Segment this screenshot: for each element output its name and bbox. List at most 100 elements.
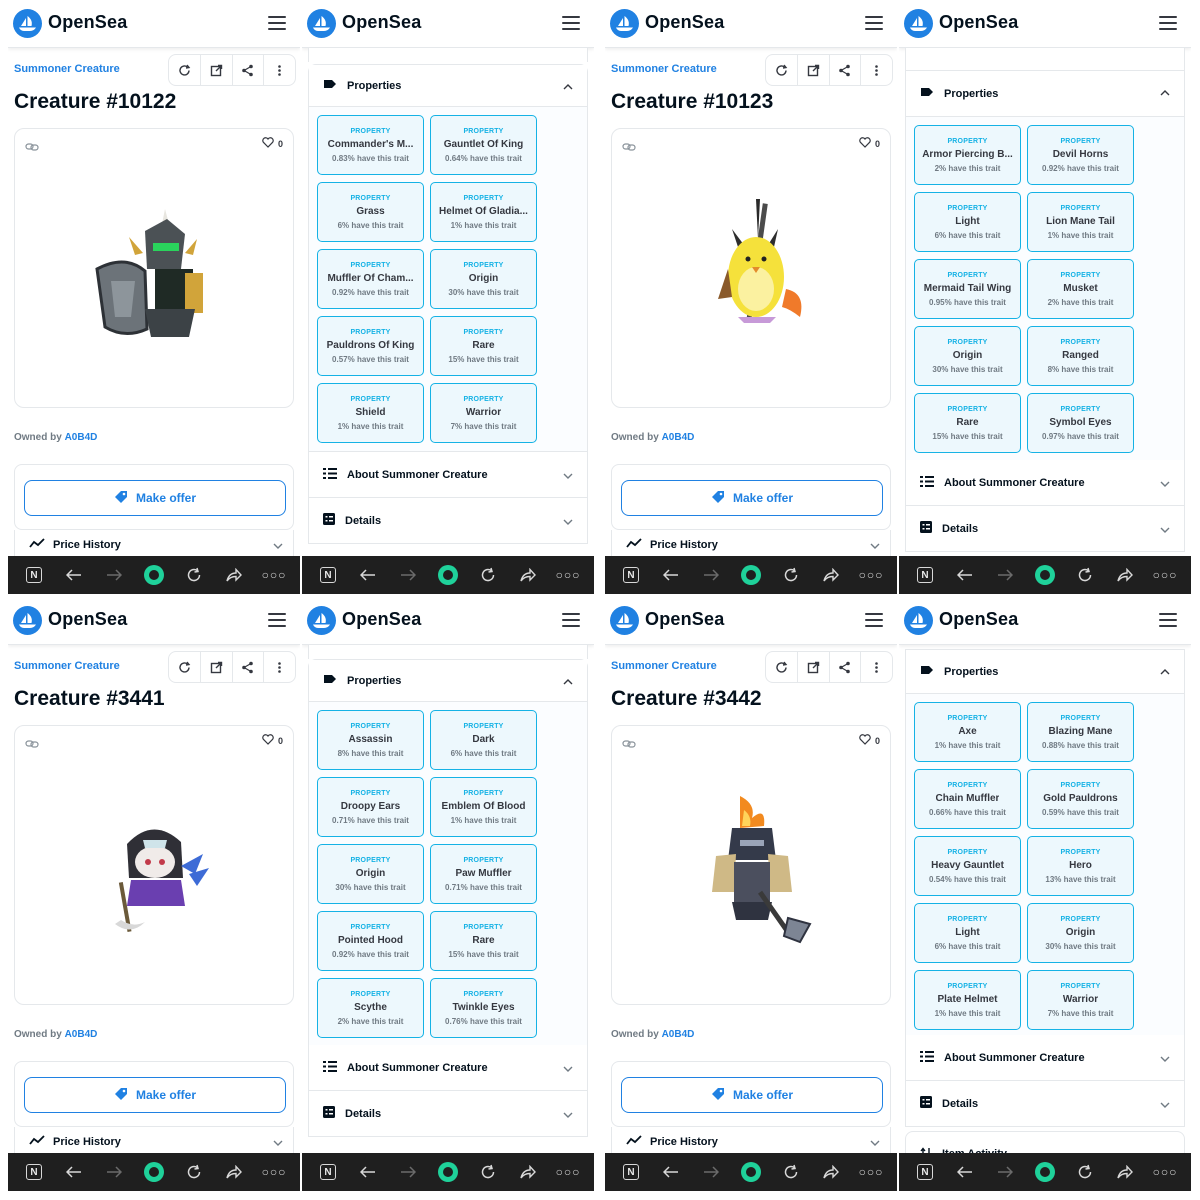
opensea-logo-icon[interactable]	[904, 9, 933, 38]
trait-card[interactable]: PROPERTY Rare 15% have this trait	[430, 316, 537, 376]
details-accordion[interactable]: Details	[905, 506, 1185, 552]
external-link-icon[interactable]	[201, 652, 233, 682]
trait-card[interactable]: PROPERTY Armor Piercing B... 2% have this …	[914, 125, 1021, 185]
hamburger-menu-icon[interactable]	[1159, 16, 1177, 30]
refresh-icon[interactable]	[779, 1160, 803, 1184]
more-icon[interactable]: ○○○	[859, 563, 883, 587]
owner-link[interactable]: A0B4D	[662, 432, 695, 443]
share-icon[interactable]	[1113, 1160, 1137, 1184]
trait-card[interactable]: PROPERTY Origin 30% have this trait	[914, 326, 1021, 386]
share-icon[interactable]	[233, 55, 265, 85]
details-accordion[interactable]: Details	[308, 1091, 588, 1137]
trait-card[interactable]: PROPERTY Rare 15% have this trait	[430, 911, 537, 971]
brand-name[interactable]: OpenSea	[645, 609, 724, 630]
trait-card[interactable]: PROPERTY Dark 6% have this trait	[430, 710, 537, 770]
back-arrow-icon[interactable]	[953, 1160, 977, 1184]
forward-arrow-icon[interactable]	[699, 1160, 723, 1184]
opensea-logo-icon[interactable]	[13, 9, 42, 38]
notion-icon[interactable]: N	[316, 563, 340, 587]
notion-icon[interactable]: N	[913, 1160, 937, 1184]
opensea-logo-icon[interactable]	[13, 606, 42, 635]
more-vertical-icon[interactable]	[264, 55, 295, 85]
hamburger-menu-icon[interactable]	[268, 613, 286, 627]
refresh-icon[interactable]	[476, 563, 500, 587]
notion-icon[interactable]: N	[316, 1160, 340, 1184]
brand-name[interactable]: OpenSea	[939, 609, 1018, 630]
forward-arrow-icon[interactable]	[993, 1160, 1017, 1184]
trait-card[interactable]: PROPERTY Helmet Of Gladia... 1% have this …	[430, 182, 537, 242]
more-vertical-icon[interactable]	[264, 652, 295, 682]
trait-card[interactable]: PROPERTY Scythe 2% have this trait	[317, 978, 424, 1038]
hamburger-menu-icon[interactable]	[562, 613, 580, 627]
refresh-icon[interactable]	[779, 563, 803, 587]
trait-card[interactable]: PROPERTY Shield 1% have this trait	[317, 383, 424, 443]
back-arrow-icon[interactable]	[356, 1160, 380, 1184]
more-icon[interactable]: ○○○	[556, 1160, 580, 1184]
record-icon[interactable]	[739, 1160, 763, 1184]
brand-name[interactable]: OpenSea	[342, 12, 421, 33]
record-icon[interactable]	[1033, 563, 1057, 587]
collection-link[interactable]: Summoner Creature	[611, 63, 717, 75]
more-icon[interactable]: ○○○	[556, 563, 580, 587]
trait-card[interactable]: PROPERTY Hero 13% have this trait	[1027, 836, 1134, 896]
favorite-button[interactable]: 0	[859, 734, 880, 747]
share-icon[interactable]	[1113, 563, 1137, 587]
forward-arrow-icon[interactable]	[396, 1160, 420, 1184]
share-icon[interactable]	[830, 55, 862, 85]
heart-icon[interactable]	[262, 734, 274, 747]
hamburger-menu-icon[interactable]	[268, 16, 286, 30]
trait-card[interactable]: PROPERTY Emblem Of Blood 1% have this trai…	[430, 777, 537, 837]
trait-card[interactable]: PROPERTY Warrior 7% have this trait	[430, 383, 537, 443]
make-offer-button[interactable]: Make offer	[24, 1077, 286, 1113]
refresh-icon[interactable]	[1073, 563, 1097, 587]
notion-icon[interactable]: N	[619, 563, 643, 587]
opensea-logo-icon[interactable]	[307, 9, 336, 38]
notion-icon[interactable]: N	[22, 1160, 46, 1184]
owner-link[interactable]: A0B4D	[65, 432, 98, 443]
trait-card[interactable]: PROPERTY Chain Muffler 0.66% have this tra…	[914, 769, 1021, 829]
share-icon[interactable]	[819, 1160, 843, 1184]
refresh-icon[interactable]	[182, 563, 206, 587]
opensea-logo-icon[interactable]	[904, 606, 933, 635]
properties-header[interactable]: Properties	[906, 650, 1184, 694]
heart-icon[interactable]	[262, 137, 274, 150]
back-arrow-icon[interactable]	[659, 563, 683, 587]
opensea-logo-icon[interactable]	[307, 606, 336, 635]
notion-icon[interactable]: N	[22, 563, 46, 587]
forward-arrow-icon[interactable]	[396, 563, 420, 587]
trait-card[interactable]: PROPERTY Origin 30% have this trait	[430, 249, 537, 309]
trait-card[interactable]: PROPERTY Devil Horns 0.92% have this trait	[1027, 125, 1134, 185]
refresh-icon[interactable]	[169, 55, 201, 85]
trait-card[interactable]: PROPERTY Ranged 8% have this trait	[1027, 326, 1134, 386]
refresh-icon[interactable]	[766, 652, 798, 682]
trait-card[interactable]: PROPERTY Commander's M... 0.83% have this …	[317, 115, 424, 175]
trait-card[interactable]: PROPERTY Gold Pauldrons 0.59% have this tr…	[1027, 769, 1134, 829]
trait-card[interactable]: PROPERTY Light 6% have this trait	[914, 903, 1021, 963]
notion-icon[interactable]: N	[619, 1160, 643, 1184]
back-arrow-icon[interactable]	[62, 563, 86, 587]
share-icon[interactable]	[516, 1160, 540, 1184]
refresh-icon[interactable]	[182, 1160, 206, 1184]
external-link-icon[interactable]	[798, 652, 830, 682]
trait-card[interactable]: PROPERTY Mermaid Tail Wing 0.95% have this…	[914, 259, 1021, 319]
refresh-icon[interactable]	[476, 1160, 500, 1184]
more-vertical-icon[interactable]	[861, 652, 892, 682]
properties-header[interactable]: Properties	[906, 71, 1184, 117]
properties-header[interactable]: Properties	[309, 65, 587, 107]
trait-card[interactable]: PROPERTY Plate Helmet 1% have this trait	[914, 970, 1021, 1030]
opensea-logo-icon[interactable]	[610, 606, 639, 635]
back-arrow-icon[interactable]	[356, 563, 380, 587]
favorite-button[interactable]: 0	[262, 137, 283, 150]
collection-link[interactable]: Summoner Creature	[14, 63, 120, 75]
owner-link[interactable]: A0B4D	[662, 1029, 695, 1040]
brand-name[interactable]: OpenSea	[48, 609, 127, 630]
more-icon[interactable]: ○○○	[859, 1160, 883, 1184]
external-link-icon[interactable]	[201, 55, 233, 85]
trait-card[interactable]: PROPERTY Assassin 8% have this trait	[317, 710, 424, 770]
trait-card[interactable]: PROPERTY Twinkle Eyes 0.76% have this trai…	[430, 978, 537, 1038]
opensea-logo-icon[interactable]	[610, 9, 639, 38]
share-icon[interactable]	[233, 652, 265, 682]
heart-icon[interactable]	[859, 734, 871, 747]
brand-name[interactable]: OpenSea	[48, 12, 127, 33]
trait-card[interactable]: PROPERTY Pointed Hood 0.92% have this trai…	[317, 911, 424, 971]
